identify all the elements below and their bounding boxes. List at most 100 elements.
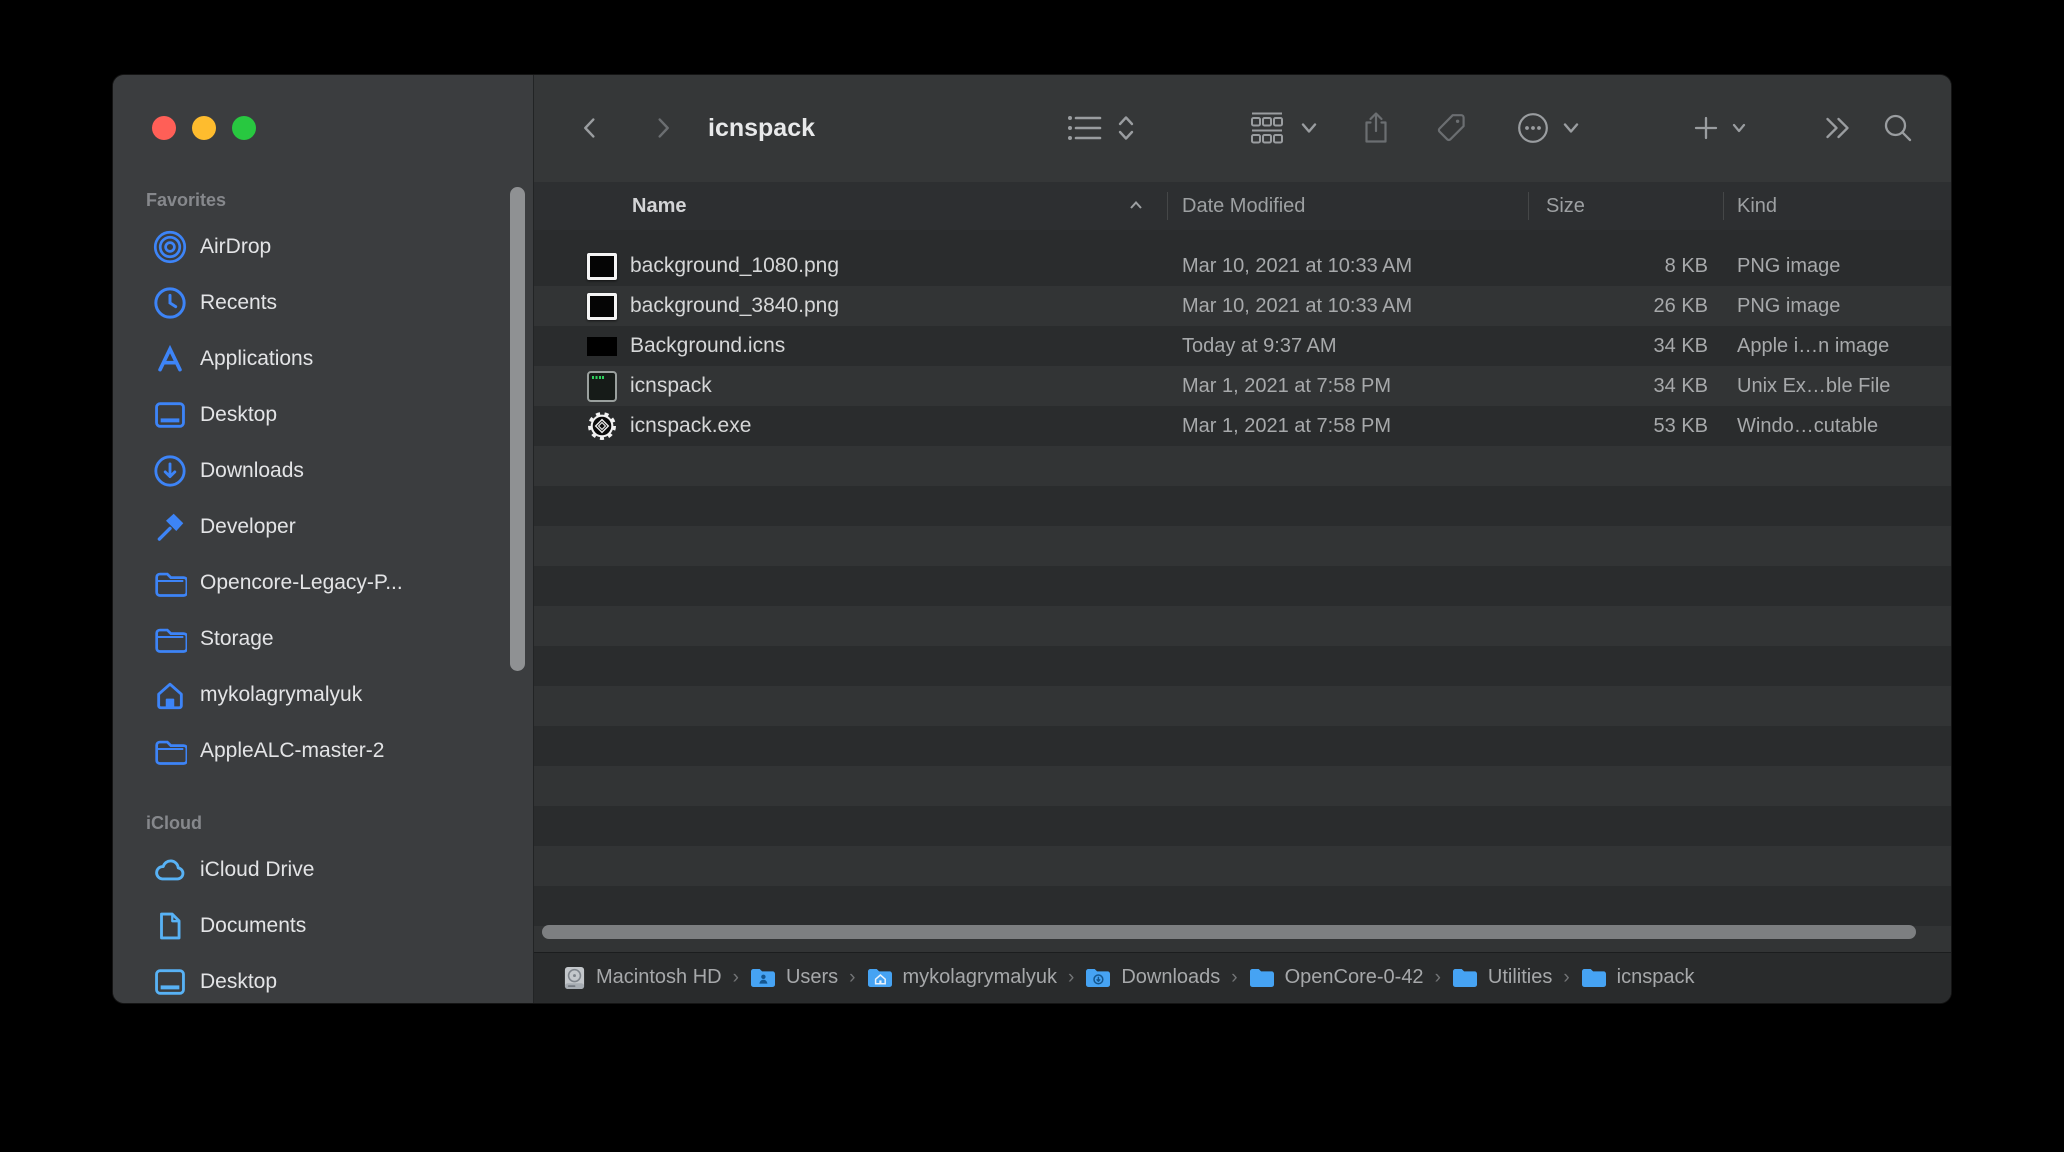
group-by-chevron-icon[interactable]: [1300, 121, 1318, 135]
file-row-background-3840[interactable]: background_3840.png Mar 10, 2021 at 10:3…: [534, 286, 1951, 326]
harddrive-icon: [563, 965, 586, 991]
file-name: Background.icns: [630, 326, 785, 366]
path-item-utilities[interactable]: Utilities: [1452, 966, 1552, 989]
png-thumbnail-icon: [587, 286, 617, 326]
window-title: icnspack: [708, 75, 815, 182]
path-item-icnspack[interactable]: icnspack: [1581, 966, 1695, 989]
file-row-background-icns[interactable]: Background.icns Today at 9:37 AM 34 KB A…: [534, 326, 1951, 366]
icloud-section-label: iCloud: [146, 810, 202, 836]
list-top-spacer: [534, 230, 1951, 246]
sidebar-item-airdrop[interactable]: AirDrop: [127, 225, 509, 269]
file-row-icnspack[interactable]: icnspack Mar 1, 2021 at 7:58 PM 34 KB Un…: [534, 366, 1951, 406]
sidebar-item-storage[interactable]: Storage: [127, 617, 509, 661]
recents-clock-icon: [153, 286, 187, 320]
sidebar-item-label: Desktop: [200, 970, 277, 994]
sidebar-item-label: mykolagrymalyuk: [200, 683, 362, 707]
sidebar-item-label: AppleALC-master-2: [200, 739, 384, 763]
file-row-background-1080[interactable]: background_1080.png Mar 10, 2021 at 10:3…: [534, 246, 1951, 286]
path-separator: ›: [733, 967, 739, 989]
sidebar-item-label: Applications: [200, 347, 313, 371]
file-size: 34 KB: [1484, 326, 1708, 366]
file-row-icnspack-exe[interactable]: icnspack.exe Mar 1, 2021 at 7:58 PM 53 K…: [534, 406, 1951, 446]
favorites-section-label: Favorites: [146, 187, 226, 213]
column-divider[interactable]: [1528, 192, 1529, 220]
column-divider[interactable]: [1723, 192, 1724, 220]
sidebar: Favorites AirDrop Recents Applications D…: [113, 75, 533, 1003]
path-item-label: Downloads: [1121, 966, 1220, 989]
sidebar-item-label: Recents: [200, 291, 277, 315]
folder-download-icon: [1085, 967, 1111, 988]
path-separator: ›: [1231, 967, 1237, 989]
sidebar-item-home[interactable]: mykolagrymalyuk: [127, 673, 509, 717]
sidebar-item-documents[interactable]: Documents: [127, 904, 509, 948]
home-icon: [153, 678, 187, 712]
path-item-label: mykolagrymalyuk: [903, 966, 1057, 989]
sidebar-item-desktop-icloud[interactable]: Desktop: [127, 960, 509, 1003]
add-icon[interactable]: [1693, 115, 1719, 141]
applications-icon: [153, 342, 187, 376]
file-date: Mar 10, 2021 at 10:33 AM: [1182, 286, 1412, 326]
sidebar-item-applications[interactable]: Applications: [127, 337, 509, 381]
minimize-button[interactable]: [192, 116, 216, 140]
search-icon[interactable]: [1882, 112, 1914, 144]
column-header-date-modified[interactable]: Date Modified: [1182, 182, 1305, 230]
desktop-icon: [153, 965, 187, 999]
folder-user-icon: [750, 967, 776, 988]
sidebar-item-downloads[interactable]: Downloads: [127, 449, 509, 493]
sidebar-scrollbar[interactable]: [510, 187, 525, 671]
back-button[interactable]: [575, 113, 605, 143]
sidebar-item-opencore-legacy[interactable]: Opencore-Legacy-P...: [127, 561, 509, 605]
path-item-users[interactable]: Users: [750, 966, 838, 989]
png-thumbnail-icon: [587, 246, 617, 286]
sidebar-item-label: Downloads: [200, 459, 304, 483]
path-item-label: Utilities: [1488, 966, 1552, 989]
file-name: icnspack: [630, 366, 712, 406]
group-by-icon[interactable]: [1250, 111, 1284, 145]
sidebar-item-applealc[interactable]: AppleALC-master-2: [127, 729, 509, 773]
file-date: Today at 9:37 AM: [1182, 326, 1337, 366]
sidebar-item-label: AirDrop: [200, 235, 271, 259]
add-chevron-icon[interactable]: [1731, 122, 1747, 134]
zoom-button[interactable]: [232, 116, 256, 140]
folder-icon: [1452, 967, 1478, 988]
sidebar-divider: [533, 75, 534, 1003]
file-date: Mar 1, 2021 at 7:58 PM: [1182, 406, 1391, 446]
folder-icon: [1581, 967, 1607, 988]
file-size: 8 KB: [1484, 246, 1708, 286]
column-header-name[interactable]: Name: [632, 182, 686, 230]
sidebar-item-developer[interactable]: Developer: [127, 505, 509, 549]
path-item-macintosh-hd[interactable]: Macintosh HD: [563, 965, 722, 991]
column-header-kind[interactable]: Kind: [1737, 182, 1777, 230]
sidebar-item-recents[interactable]: Recents: [127, 281, 509, 325]
sidebar-item-desktop[interactable]: Desktop: [127, 393, 509, 437]
toolbar-overflow-icon[interactable]: [1823, 115, 1853, 141]
path-item-label: Macintosh HD: [596, 966, 722, 989]
list-view-icon[interactable]: [1067, 113, 1103, 143]
horizontal-scrollbar[interactable]: [542, 925, 1916, 939]
sidebar-item-label: Storage: [200, 627, 274, 651]
forward-button[interactable]: [648, 113, 678, 143]
list-header: Name Date Modified Size Kind: [534, 182, 1951, 231]
sidebar-item-icloud-drive[interactable]: iCloud Drive: [127, 848, 509, 892]
close-button[interactable]: [152, 116, 176, 140]
sidebar-item-label: Documents: [200, 914, 306, 938]
more-actions-chevron-icon[interactable]: [1562, 121, 1580, 135]
file-size: 26 KB: [1484, 286, 1708, 326]
path-item-opencore[interactable]: OpenCore-0-42: [1249, 966, 1424, 989]
path-bar: Macintosh HD › Users › mykolagrymalyuk ›…: [534, 952, 1951, 1002]
path-item-label: Users: [786, 966, 838, 989]
tag-icon[interactable]: [1434, 111, 1468, 145]
view-sort-chevrons-icon[interactable]: [1118, 114, 1134, 142]
more-actions-icon[interactable]: [1516, 111, 1550, 145]
path-item-downloads[interactable]: Downloads: [1085, 966, 1220, 989]
cloud-icon: [153, 853, 187, 887]
column-header-size[interactable]: Size: [1546, 182, 1585, 230]
file-kind: Unix Ex…ble File: [1737, 366, 1890, 406]
developer-hammer-icon: [153, 510, 187, 544]
path-item-mykolagrymalyuk[interactable]: mykolagrymalyuk: [867, 966, 1057, 989]
gear-executable-icon: [587, 406, 617, 446]
folder-icon: [153, 566, 187, 600]
share-icon[interactable]: [1361, 110, 1391, 146]
column-divider[interactable]: [1167, 192, 1168, 220]
sidebar-item-label: Opencore-Legacy-P...: [200, 571, 403, 595]
